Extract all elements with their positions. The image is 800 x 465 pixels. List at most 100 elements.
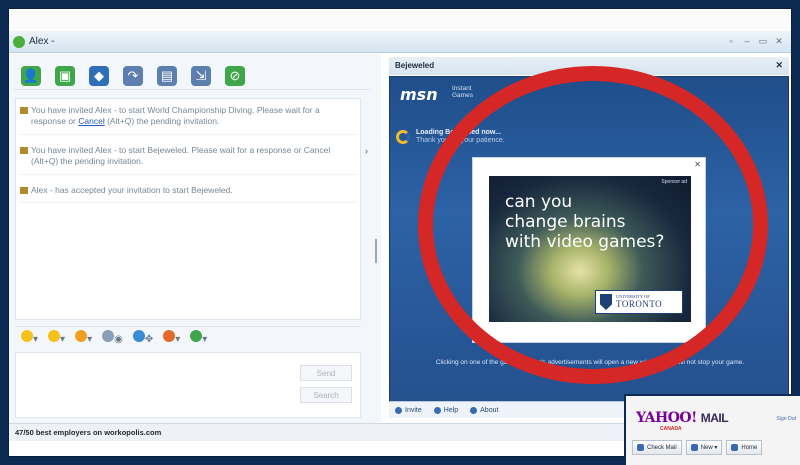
message-text: Alex - has accepted your invitation to s… bbox=[31, 184, 233, 195]
advertisement[interactable]: Sponsor ad can you change brains with vi… bbox=[489, 176, 691, 322]
message-item: You have invited Alex - to start Bejewel… bbox=[20, 145, 356, 175]
maximize-button[interactable]: ▭ bbox=[757, 35, 769, 47]
voice-icon-button[interactable]: ▾ bbox=[190, 330, 207, 345]
message-item: You have invited Alex - to start World C… bbox=[20, 105, 356, 135]
footer-invite[interactable]: Invite bbox=[395, 406, 422, 414]
msn-logo-subtitle: Instant Games bbox=[452, 85, 473, 100]
check-mail-label: Check Mail bbox=[647, 444, 677, 451]
message-input[interactable]: Send Search bbox=[15, 352, 361, 418]
message-history[interactable]: You have invited Alex - to start World C… bbox=[15, 98, 361, 320]
chevron-down-icon: ✥ bbox=[144, 334, 154, 345]
gift-icon-button[interactable]: ▾ bbox=[75, 330, 92, 345]
footer-about-label: About bbox=[480, 406, 499, 414]
message-text: (Alt+Q) the pending invitation. bbox=[104, 116, 220, 127]
message-text: You have invited Alex - to start Bejewel… bbox=[31, 144, 331, 167]
invite-icon[interactable]: 👤 bbox=[21, 65, 41, 86]
chevron-down-icon: ▾ bbox=[33, 334, 39, 345]
university-logo: UNIVERSITY OF TORONTO bbox=[595, 290, 683, 314]
help-icon bbox=[433, 406, 441, 414]
loading-row: Loading Bejeweled now... Thank you for y… bbox=[396, 129, 505, 146]
messenger-icon bbox=[13, 35, 25, 48]
footer-help[interactable]: Help bbox=[433, 406, 459, 414]
pen-icon bbox=[163, 330, 176, 342]
home-icon bbox=[731, 444, 739, 451]
emoticon-icon bbox=[21, 330, 33, 342]
nudge-icon bbox=[102, 330, 115, 342]
video-icon[interactable]: ▤ bbox=[157, 65, 177, 86]
emoticon-icon-button[interactable]: ▾ bbox=[21, 330, 38, 345]
send-button[interactable]: Send bbox=[300, 365, 352, 381]
new-icon bbox=[690, 444, 698, 451]
chat-pane: 👤 ▣ ◆ ↷ ▤ ⇲ ⊘ You have invited Alex - to start… bbox=[9, 54, 381, 440]
new-button[interactable]: New ▾ bbox=[685, 440, 723, 455]
call-icon[interactable]: ↷ bbox=[123, 65, 143, 86]
background-icon-button[interactable]: ✥ bbox=[132, 330, 154, 345]
game-invite-icon bbox=[20, 146, 28, 154]
game-panel: msn Instant Games Loading Bejeweled now.… bbox=[389, 76, 789, 418]
wink-icon-button[interactable]: ▾ bbox=[48, 330, 65, 345]
ad-tag: Sponsor ad bbox=[661, 179, 687, 185]
window-controls: ▫ – ▭ ✕ bbox=[725, 35, 785, 47]
close-button[interactable]: ✕ bbox=[773, 35, 785, 47]
yahoo-logo: YAHOO! MAIL bbox=[636, 410, 729, 426]
chevron-down-icon: ▾ bbox=[175, 334, 181, 345]
nudge-icon-button[interactable]: ◉ bbox=[102, 330, 123, 345]
games-icon[interactable]: ◆ bbox=[89, 65, 109, 86]
footer-about[interactable]: About bbox=[470, 406, 499, 414]
message-item: Alex - has accepted your invitation to s… bbox=[20, 184, 356, 204]
send-file-icon[interactable]: ⇲ bbox=[191, 65, 211, 86]
game-panel-header: Bejeweled ✕ bbox=[389, 57, 789, 75]
university-name: TORONTO bbox=[616, 298, 663, 309]
game-panel-close-icon[interactable]: ✕ bbox=[775, 60, 783, 71]
chevron-down-icon: ◉ bbox=[114, 334, 123, 345]
search-button[interactable]: Search bbox=[300, 387, 352, 403]
ad-headline-line: with video games? bbox=[505, 232, 665, 253]
advertisement-box: ✕ Sponsor ad can you change brains with … bbox=[472, 157, 706, 343]
chevron-down-icon: ▾ bbox=[87, 334, 93, 345]
cancel-link[interactable]: Cancel bbox=[78, 116, 104, 126]
yahoo-wordmark: YAHOO! bbox=[636, 410, 697, 426]
photo-icon[interactable]: ▣ bbox=[55, 65, 75, 86]
ad-headline-line: can you bbox=[505, 192, 573, 212]
loading-title: Loading Bejeweled now... bbox=[416, 129, 501, 136]
invite-icon bbox=[395, 406, 402, 414]
game-invite-icon bbox=[20, 107, 28, 114]
top-band bbox=[9, 9, 791, 31]
loading-subtitle: Thank you for your patience. bbox=[416, 137, 505, 145]
chevron-down-icon: ▾ bbox=[202, 334, 208, 345]
yahoo-region: CANADA bbox=[660, 426, 682, 432]
ad-headline-line: change brains bbox=[505, 212, 626, 233]
chevron-down-icon: ▾ bbox=[60, 334, 66, 345]
collapse-arrow-icon[interactable]: › bbox=[365, 146, 368, 156]
home-button[interactable]: Home bbox=[726, 440, 763, 455]
about-icon bbox=[470, 406, 478, 414]
crest-icon bbox=[600, 294, 612, 310]
window-titlebar: Alex - ▫ – ▭ ✕ bbox=[9, 31, 791, 53]
ad-disclaimer: Clicking on one of the game sponsor's ad… bbox=[435, 359, 745, 366]
pen-icon-button[interactable]: ▾ bbox=[163, 330, 180, 345]
minimize-button[interactable]: – bbox=[741, 35, 753, 47]
conversation-toolbar: 👤 ▣ ◆ ↷ ▤ ⇲ ⊘ bbox=[13, 62, 371, 90]
game-panel-title: Bejeweled bbox=[395, 61, 435, 70]
footer-help-label: Help bbox=[443, 406, 459, 414]
msn-logo: msn bbox=[400, 85, 438, 104]
window-title: Alex - bbox=[29, 36, 55, 47]
loading-spinner-icon bbox=[396, 130, 410, 145]
window-menu-button[interactable]: ▫ bbox=[725, 35, 737, 47]
gift-icon bbox=[75, 330, 88, 342]
footer-invite-label: Invite bbox=[405, 406, 422, 414]
home-label: Home bbox=[741, 444, 758, 451]
pane-splitter[interactable] bbox=[375, 239, 377, 263]
game-invite-icon bbox=[20, 186, 28, 194]
block-icon[interactable]: ⊘ bbox=[225, 65, 245, 86]
yahoo-mail-inset: YAHOO! MAIL CANADA Sign Out Check Mail Ne… bbox=[624, 394, 800, 465]
yahoo-mail-word: MAIL bbox=[700, 411, 729, 425]
new-label: New ▾ bbox=[700, 445, 718, 451]
ad-close-icon[interactable]: ✕ bbox=[694, 160, 701, 169]
check-mail-icon bbox=[637, 444, 644, 451]
ad-headline: can you change brains with video games? bbox=[505, 192, 664, 252]
yahoo-sign-out-link[interactable]: Sign Out bbox=[777, 416, 796, 422]
check-mail-button[interactable]: Check Mail bbox=[632, 440, 682, 455]
screenshot-frame: Alex - ▫ – ▭ ✕ 👤 ▣ ◆ ↷ ▤ ⇲ ⊘ You have invited … bbox=[8, 8, 792, 457]
yahoo-toolbar: Check Mail New ▾ Home bbox=[632, 440, 763, 455]
